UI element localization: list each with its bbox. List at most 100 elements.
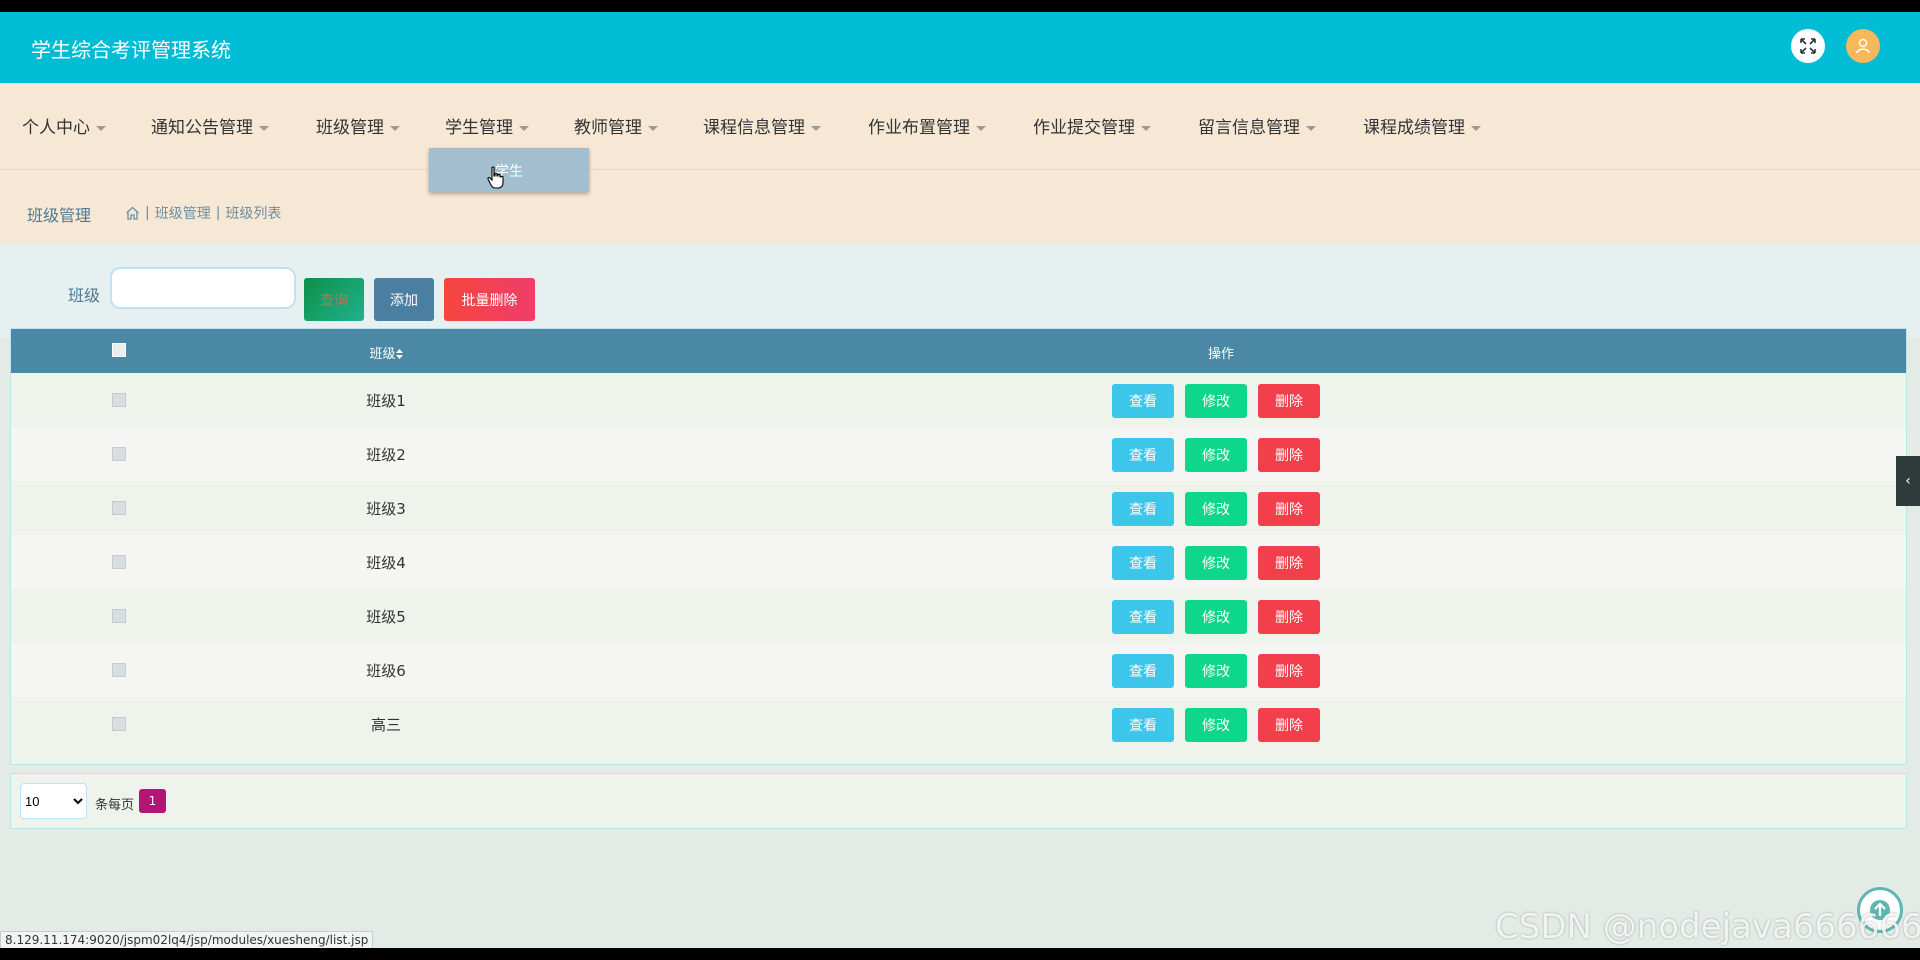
view-button[interactable]: 查看 bbox=[1112, 438, 1174, 472]
table-row: 班级3 查看 修改 删除 bbox=[11, 481, 1906, 535]
table-row: 班级5 查看 修改 删除 bbox=[11, 589, 1906, 643]
per-page-label: 条每页 bbox=[95, 798, 135, 813]
search-label: 班级 bbox=[68, 286, 101, 305]
delete-button[interactable]: 删除 bbox=[1258, 492, 1320, 526]
row-checkbox[interactable] bbox=[112, 555, 126, 569]
row-checkbox[interactable] bbox=[112, 663, 126, 677]
pagination: 10 条每页 1 bbox=[10, 773, 1907, 829]
caret-down-icon bbox=[519, 125, 529, 131]
caret-down-icon bbox=[1471, 125, 1481, 131]
user-avatar-button[interactable] bbox=[1846, 29, 1880, 63]
delete-button[interactable]: 删除 bbox=[1258, 708, 1320, 742]
row-checkbox[interactable] bbox=[112, 717, 126, 731]
nav-item-homework-assign[interactable]: 作业布置管理 bbox=[868, 113, 986, 138]
delete-button[interactable]: 删除 bbox=[1258, 600, 1320, 634]
nav-item-message[interactable]: 留言信息管理 bbox=[1198, 113, 1316, 138]
class-name-cell: 班级5 bbox=[366, 608, 406, 626]
query-button[interactable]: 查询 bbox=[304, 278, 364, 321]
edit-button[interactable]: 修改 bbox=[1185, 654, 1247, 688]
dropdown-item-student[interactable]: 学生 bbox=[429, 161, 589, 181]
add-button[interactable]: 添加 bbox=[374, 278, 434, 321]
nav-item-notice[interactable]: 通知公告管理 bbox=[151, 113, 269, 138]
delete-button[interactable]: 删除 bbox=[1258, 384, 1320, 418]
caret-down-icon bbox=[1141, 125, 1151, 131]
column-header-ops: 操作 bbox=[1207, 347, 1234, 362]
page-size-select[interactable]: 10 bbox=[20, 783, 87, 819]
class-name-cell: 高三 bbox=[370, 716, 401, 734]
expand-icon bbox=[1800, 38, 1816, 54]
search-bar: 班级 查询 添加 批量删除 bbox=[0, 244, 1920, 338]
view-button[interactable]: 查看 bbox=[1112, 546, 1174, 580]
table-header: 班级 操作 bbox=[11, 329, 1906, 373]
table-row: 高三 查看 修改 删除 bbox=[11, 697, 1906, 751]
breadcrumb-item[interactable]: 班级管理 bbox=[155, 203, 211, 223]
nav-item-student[interactable]: 学生管理 bbox=[445, 113, 529, 138]
nav-item-teacher[interactable]: 教师管理 bbox=[574, 113, 658, 138]
row-checkbox[interactable] bbox=[112, 447, 126, 461]
nav-label: 作业提交管理 bbox=[1033, 118, 1135, 138]
caret-down-icon bbox=[976, 125, 986, 131]
class-name-cell: 班级1 bbox=[366, 392, 406, 410]
side-panel-toggle[interactable]: ‹ bbox=[1896, 456, 1920, 506]
nav-label: 学生管理 bbox=[445, 118, 513, 138]
nav-item-course-grade[interactable]: 课程成绩管理 bbox=[1363, 113, 1481, 138]
edit-button[interactable]: 修改 bbox=[1185, 492, 1247, 526]
column-header-label: 班级 bbox=[369, 347, 396, 362]
sort-icon bbox=[395, 349, 403, 359]
row-checkbox[interactable] bbox=[112, 501, 126, 515]
nav-label: 通知公告管理 bbox=[151, 118, 253, 138]
class-table: 班级 操作 班级1 查看 修改 删除 班级2 查看 修改 删除 班级3 查看 修… bbox=[10, 328, 1907, 765]
user-icon bbox=[1856, 38, 1870, 54]
nav-item-class[interactable]: 班级管理 bbox=[316, 113, 400, 138]
row-checkbox[interactable] bbox=[112, 393, 126, 407]
nav-label: 课程信息管理 bbox=[703, 118, 805, 138]
home-icon[interactable] bbox=[125, 206, 140, 220]
page-button-current[interactable]: 1 bbox=[139, 789, 166, 813]
nav-label: 个人中心 bbox=[22, 118, 90, 138]
fullscreen-button[interactable] bbox=[1791, 29, 1825, 63]
class-name-cell: 班级3 bbox=[366, 500, 406, 518]
nav-label: 留言信息管理 bbox=[1198, 118, 1300, 138]
edit-button[interactable]: 修改 bbox=[1185, 438, 1247, 472]
caret-down-icon bbox=[1306, 125, 1316, 131]
row-checkbox[interactable] bbox=[112, 609, 126, 623]
view-button[interactable]: 查看 bbox=[1112, 384, 1174, 418]
breadcrumb-item: 班级列表 bbox=[225, 206, 282, 222]
nav-label: 教师管理 bbox=[574, 118, 642, 138]
view-button[interactable]: 查看 bbox=[1112, 600, 1174, 634]
edit-button[interactable]: 修改 bbox=[1185, 384, 1247, 418]
caret-down-icon bbox=[811, 125, 821, 131]
select-all-checkbox[interactable] bbox=[112, 343, 126, 357]
watermark-text: CSDN @nodejava666666 bbox=[1495, 907, 1920, 947]
caret-down-icon bbox=[259, 125, 269, 131]
table-row: 班级1 查看 修改 删除 bbox=[11, 373, 1906, 427]
hand-cursor-icon bbox=[487, 166, 504, 189]
class-search-input[interactable] bbox=[110, 267, 296, 309]
table-row: 班级2 查看 修改 删除 bbox=[11, 427, 1906, 481]
delete-button[interactable]: 删除 bbox=[1258, 654, 1320, 688]
nav-item-personal-center[interactable]: 个人中心 bbox=[22, 113, 106, 138]
nav-item-course-info[interactable]: 课程信息管理 bbox=[703, 113, 821, 138]
view-button[interactable]: 查看 bbox=[1112, 492, 1174, 526]
status-bar-url: 8.129.11.174:9020/jspm02lq4/jsp/modules/… bbox=[0, 931, 374, 948]
class-name-cell: 班级4 bbox=[366, 554, 406, 572]
delete-button[interactable]: 删除 bbox=[1258, 546, 1320, 580]
column-header-class[interactable]: 班级 bbox=[356, 343, 416, 362]
batch-delete-button[interactable]: 批量删除 bbox=[444, 278, 535, 321]
nav-label: 班级管理 bbox=[316, 118, 384, 138]
top-bar: 学生综合考评管理系统 bbox=[0, 12, 1920, 83]
view-button[interactable]: 查看 bbox=[1112, 654, 1174, 688]
nav-item-homework-submit[interactable]: 作业提交管理 bbox=[1033, 113, 1151, 138]
edit-button[interactable]: 修改 bbox=[1185, 546, 1247, 580]
caret-down-icon bbox=[390, 125, 400, 131]
nav-label: 作业布置管理 bbox=[868, 118, 970, 138]
table-row: 班级4 查看 修改 删除 bbox=[11, 535, 1906, 589]
nav-label: 课程成绩管理 bbox=[1363, 118, 1465, 138]
view-button[interactable]: 查看 bbox=[1112, 708, 1174, 742]
class-name-cell: 班级2 bbox=[366, 446, 406, 464]
delete-button[interactable]: 删除 bbox=[1258, 438, 1320, 472]
breadcrumb-separator: | bbox=[145, 205, 150, 221]
breadcrumb-separator: | bbox=[215, 205, 221, 221]
edit-button[interactable]: 修改 bbox=[1185, 600, 1247, 634]
edit-button[interactable]: 修改 bbox=[1185, 708, 1247, 742]
